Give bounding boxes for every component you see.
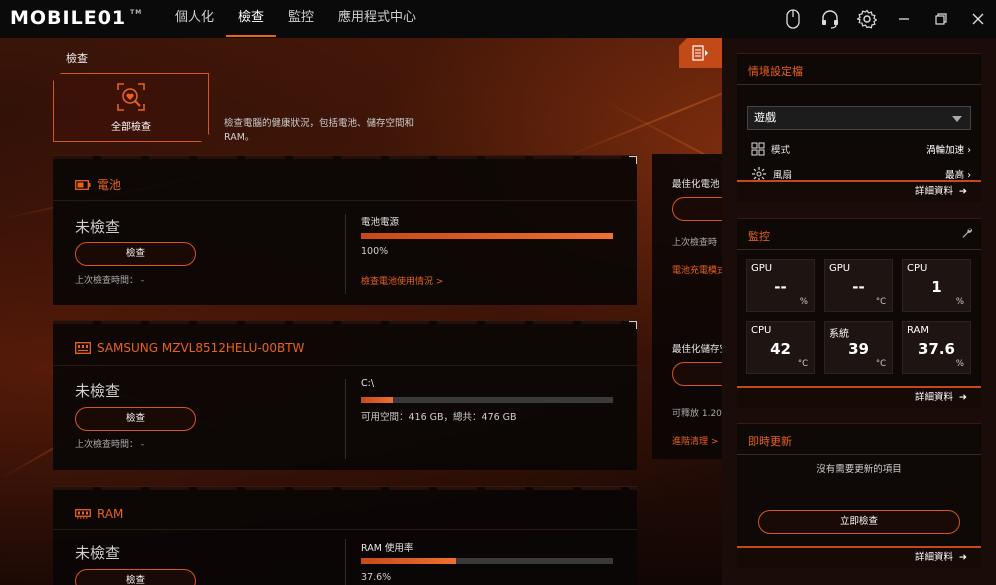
ram-icon xyxy=(75,509,91,519)
battery-card-header: 電池 xyxy=(75,176,121,193)
monitor-tile-cpu-usage: CPU 1% xyxy=(902,259,971,312)
monitor-tile-cpu-temp: CPU 42 °C xyxy=(746,321,815,374)
restore-icon[interactable] xyxy=(922,0,959,38)
storage-metric-value: 可用空間：416 GB，總共：476 GB xyxy=(361,412,517,423)
scan-description: 檢查電腦的健康狀況，包括電池、儲存空間和 RAM。 xyxy=(224,118,415,143)
tab-monitor[interactable]: 監控 xyxy=(276,0,326,38)
battery-optimize-title: 最佳化電池 xyxy=(672,179,720,190)
battery-last-check: 上次檢查時間： - xyxy=(75,276,145,286)
battery-progress-fill xyxy=(361,233,613,239)
battery-charge-mode-link[interactable]: 電池充電模式 xyxy=(672,263,726,276)
tab-personalize[interactable]: 個人化 xyxy=(163,0,226,38)
ram-check-button[interactable]: 檢查 xyxy=(75,569,196,585)
fan-label: 風扇 xyxy=(773,170,793,181)
battery-check-button[interactable]: 檢查 xyxy=(75,242,196,266)
window-controls xyxy=(774,0,996,38)
battery-status: 未檢查 xyxy=(75,218,121,236)
advanced-clean-link[interactable]: 進階清理 > xyxy=(672,434,718,447)
storage-card: SAMSUNG MZVL8512HELU-00BTW 未檢查 檢查 上次檢查時間… xyxy=(53,320,637,470)
battery-optimize-last: 上次檢查時 xyxy=(672,238,718,248)
battery-progress-bar xyxy=(361,233,613,239)
arrow-right-icon: ➔ xyxy=(959,186,967,197)
ram-metric-value: 37.6% xyxy=(361,572,392,583)
battery-metric-value: 100% xyxy=(361,246,389,257)
close-icon[interactable] xyxy=(959,0,996,38)
headset-icon[interactable] xyxy=(811,0,848,38)
mode-row: 模式 渦輪加速 › xyxy=(751,141,971,157)
monitor-tile-gpu-temp: GPU -- °C xyxy=(824,259,893,312)
storage-progress-bar xyxy=(361,397,613,403)
battery-icon xyxy=(75,179,91,190)
ram-progress-bar xyxy=(361,558,613,564)
battery-card: 電池 未檢查 檢查 上次檢查時間： - 電池電源 100% 檢查電池使用情況 > xyxy=(53,155,637,305)
mouse-icon[interactable] xyxy=(774,0,811,38)
page-title: 檢查 xyxy=(66,52,88,65)
ram-card-header: RAM xyxy=(75,507,123,521)
tab-app-center[interactable]: 應用程式中心 xyxy=(326,0,428,38)
check-now-button[interactable]: 立即檢查 xyxy=(758,510,960,534)
storage-drive-label: C:\ xyxy=(361,378,375,389)
arrow-right-icon: ➔ xyxy=(959,552,967,563)
storage-last-check: 上次檢查時間： - xyxy=(75,440,145,450)
panel-collapse-icon xyxy=(691,45,708,61)
mode-grid-icon xyxy=(751,142,765,156)
storage-free-text: 可釋放 1.20 xyxy=(672,409,722,419)
monitor-card: 監控 GPU --% GPU -- °C CPU 1% CPU 42 °C 系統 39 °C R… xyxy=(737,218,981,408)
minimize-icon[interactable] xyxy=(885,0,922,38)
main-nav: 個人化 檢查 監控 應用程式中心 xyxy=(163,0,428,38)
app-logo: MOBILE01 TM xyxy=(10,7,143,29)
wrench-icon[interactable] xyxy=(961,227,973,239)
title-bar: MOBILE01 TM 個人化 檢查 監控 應用程式中心 xyxy=(0,0,996,38)
storage-check-button[interactable]: 檢查 xyxy=(75,407,196,431)
storage-title: SAMSUNG MZVL8512HELU-00BTW xyxy=(97,341,305,355)
storage-card-header: SAMSUNG MZVL8512HELU-00BTW xyxy=(75,341,304,355)
optimization-panel: 最佳化電池 上次檢查時 電池充電模式 最佳化儲存空 可釋放 1.20 進階清理 … xyxy=(652,154,732,459)
ram-card: RAM 未檢查 檢查 RAM 使用率 37.6% xyxy=(53,486,637,585)
mode-label: 模式 xyxy=(771,145,791,156)
ram-metric-label: RAM 使用率 xyxy=(361,543,414,554)
storage-status: 未檢查 xyxy=(75,382,121,400)
scan-all-label: 全部檢查 xyxy=(111,122,151,133)
monitor-tile-ram-usage: RAM 37.6% xyxy=(902,321,971,374)
mode-value[interactable]: 渦輪加速 › xyxy=(926,142,971,156)
battery-title: 電池 xyxy=(97,178,122,192)
tab-checkup[interactable]: 檢查 xyxy=(226,0,277,38)
updates-card: 即時更新 沒有需要更新的項目 立即檢查 詳細資料 ➔ xyxy=(737,423,981,568)
monitor-tile-gpu-usage: GPU --% xyxy=(746,259,815,312)
right-panel: 情境設定檔 遊戲 模式 渦輪加速 › 風扇 最高 › 詳細資料 ➔ 監控 GPU -… xyxy=(722,38,996,585)
monitor-details-link[interactable]: 詳細資料 ➔ xyxy=(737,386,981,408)
arrow-right-icon: ➔ xyxy=(959,392,967,403)
battery-usage-link[interactable]: 檢查電池使用情況 > xyxy=(361,274,443,287)
profile-selected-value: 遊戲 xyxy=(754,111,776,124)
ssd-icon xyxy=(75,342,91,354)
battery-metric-label: 電池電源 xyxy=(361,217,400,228)
monitor-title: 監控 xyxy=(748,230,770,243)
collapse-panel-button[interactable] xyxy=(679,38,722,68)
profile-details-link[interactable]: 詳細資料 ➔ xyxy=(737,180,981,202)
settings-gear-icon[interactable] xyxy=(848,0,885,38)
profile-title: 情境設定檔 xyxy=(748,65,803,78)
updates-details-link[interactable]: 詳細資料 ➔ xyxy=(737,546,981,568)
storage-optimize-title: 最佳化儲存空 xyxy=(672,344,730,355)
ram-title: RAM xyxy=(97,507,124,521)
updates-title: 即時更新 xyxy=(748,435,792,448)
ram-status: 未檢查 xyxy=(75,544,121,562)
monitor-tile-system-temp: 系統 39 °C xyxy=(824,321,893,374)
ram-progress-fill xyxy=(361,558,456,564)
updates-message: 沒有需要更新的項目 xyxy=(816,464,902,475)
profile-select[interactable]: 遊戲 xyxy=(747,106,971,130)
storage-progress-fill xyxy=(361,397,393,403)
fan-value[interactable]: 最高 › xyxy=(945,167,971,181)
health-scan-icon xyxy=(116,82,146,112)
chevron-down-icon xyxy=(952,116,962,122)
scan-all-button[interactable]: 全部檢查 xyxy=(53,73,209,142)
profile-card: 情境設定檔 遊戲 模式 渦輪加速 › 風扇 最高 › 詳細資料 ➔ xyxy=(737,53,981,202)
